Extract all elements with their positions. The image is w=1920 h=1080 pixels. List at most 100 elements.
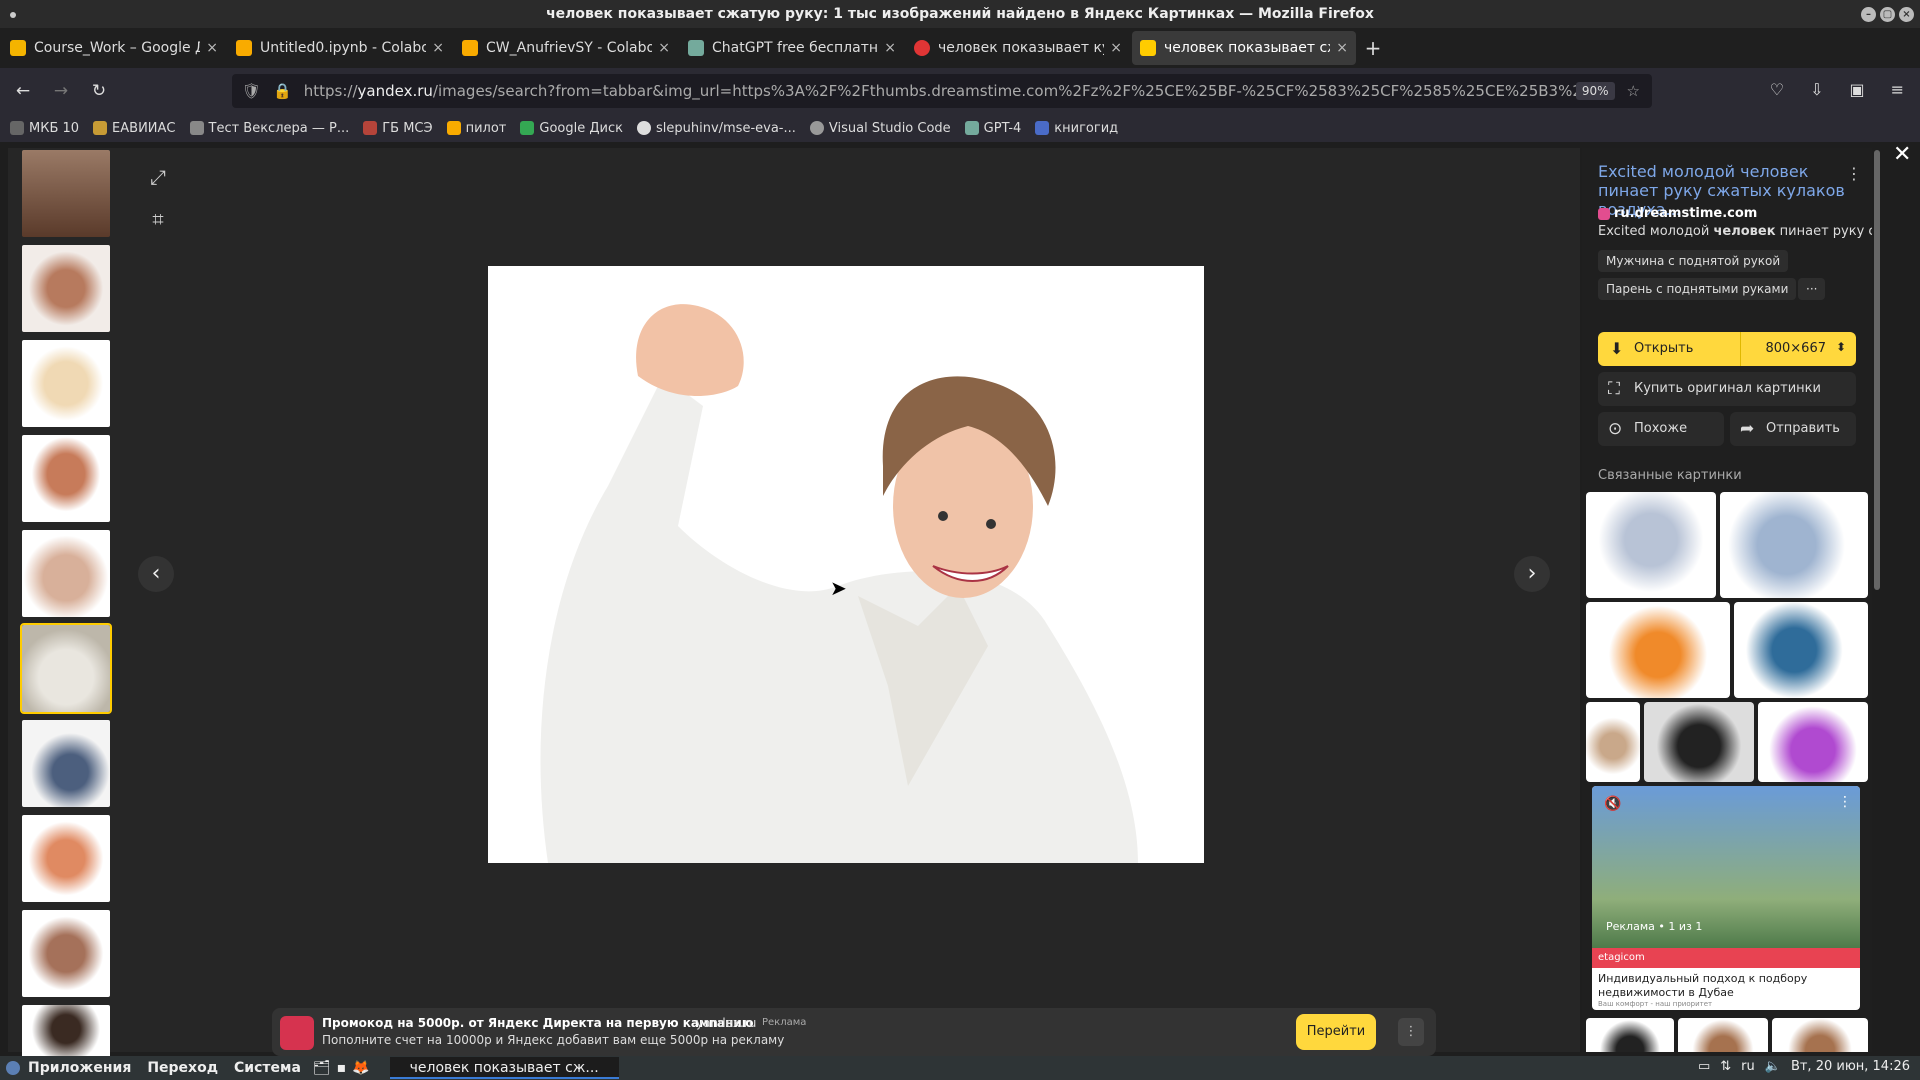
ad-title: Промокод на 5000р. от Яндекс Директа на … xyxy=(322,1016,754,1030)
pocket-icon[interactable]: ♡ xyxy=(1770,80,1784,99)
panel-scrollbar[interactable] xyxy=(1874,150,1880,590)
network-icon[interactable]: ⇅ xyxy=(1720,1059,1731,1074)
ad-brand-bar: etagicom xyxy=(1592,948,1860,968)
thumbnail[interactable] xyxy=(22,150,110,237)
volume-icon[interactable]: 🔈 xyxy=(1765,1059,1781,1074)
close-tab-icon[interactable]: × xyxy=(206,40,218,56)
promo-banner[interactable]: Промокод на 5000р. от Яндекс Директа на … xyxy=(272,1008,1436,1056)
desktop-icon[interactable]: ▭ xyxy=(1698,1059,1710,1074)
open-image-button[interactable]: ⬇ Открыть 800×667 ⬍ xyxy=(1598,332,1856,366)
tag-chip[interactable]: Мужчина с поднятой рукой xyxy=(1598,250,1789,272)
bookmark-item[interactable]: книгогид xyxy=(1035,121,1118,136)
extensions-icon[interactable]: ▣ xyxy=(1849,80,1864,99)
crop-icon[interactable]: ⌗ xyxy=(143,204,173,234)
tags-more-button[interactable]: ··· xyxy=(1798,278,1826,300)
prev-image-button[interactable]: ‹ xyxy=(138,556,174,592)
related-image[interactable] xyxy=(1720,492,1868,598)
menu-applications[interactable]: Приложения xyxy=(28,1060,131,1076)
terminal-launcher-icon[interactable]: ▪ xyxy=(337,1060,347,1076)
bookmark-item[interactable]: МКБ 10 xyxy=(10,121,79,136)
back-button[interactable]: ← xyxy=(8,76,38,106)
lock-icon[interactable]: 🔒 xyxy=(273,82,292,100)
url-text[interactable]: https://yandex.ru/images/search?from=tab… xyxy=(304,82,1576,100)
url-bar[interactable]: 🛡 🔒 https://yandex.ru/images/search?from… xyxy=(232,74,1652,108)
more-options-icon[interactable]: ⋮ xyxy=(1846,164,1862,183)
taskbar-window-firefox[interactable]: человек показывает сж... xyxy=(389,1057,619,1079)
thumbnail[interactable] xyxy=(22,910,110,997)
ad-card[interactable]: 🔇 ⋮ Реклама • 1 из 1 etagicom Индивидуал… xyxy=(1592,786,1860,1010)
bookmark-star-icon[interactable]: ☆ xyxy=(1627,82,1640,100)
close-viewer-icon[interactable]: ✕ xyxy=(1893,142,1911,167)
image-size-select[interactable]: 800×667 xyxy=(1765,341,1826,356)
fullscreen-icon[interactable]: ⤢ xyxy=(143,162,173,192)
thumbnail[interactable] xyxy=(22,720,110,807)
reload-button[interactable]: ↻ xyxy=(84,76,114,106)
mute-icon[interactable]: 🔇 xyxy=(1604,796,1621,812)
window-menu-icon[interactable] xyxy=(10,12,16,18)
related-image[interactable] xyxy=(1586,1018,1674,1052)
tab-course-work[interactable]: Course_Work – Google Ди × xyxy=(2,31,226,65)
close-tab-icon[interactable]: × xyxy=(1110,40,1122,56)
tab-yandex-search-1[interactable]: человек показывает ку × xyxy=(906,31,1130,65)
tag-chip[interactable]: Парень с поднятыми руками xyxy=(1598,278,1797,300)
files-launcher-icon[interactable]: 🗂 xyxy=(313,1060,331,1076)
clock[interactable]: Вт, 20 июн, 14:26 xyxy=(1791,1059,1910,1074)
main-image[interactable] xyxy=(488,266,1204,863)
ad-domain[interactable]: yandex.ru xyxy=(696,1016,756,1030)
bookmark-item[interactable]: Google Диск xyxy=(520,121,623,136)
maximize-button[interactable]: ▢ xyxy=(1880,7,1895,22)
next-image-button[interactable]: › xyxy=(1514,556,1550,592)
image-source[interactable]: ru.dreamstime.com xyxy=(1598,206,1757,221)
tab-yandex-search-2[interactable]: человек показывает сж × xyxy=(1132,31,1356,65)
thumbnail[interactable] xyxy=(22,530,110,617)
apps-menu-icon[interactable] xyxy=(6,1061,20,1075)
bookmark-item[interactable]: Visual Studio Code xyxy=(809,121,951,136)
bookmark-item[interactable]: GPT-4 xyxy=(964,121,1021,136)
related-image[interactable] xyxy=(1772,1018,1868,1052)
menu-system[interactable]: Система xyxy=(234,1060,301,1076)
thumbnail-selected[interactable] xyxy=(20,623,112,714)
shield-icon[interactable]: 🛡 xyxy=(242,82,261,100)
thumbnail[interactable] xyxy=(22,815,110,902)
thumbnail[interactable] xyxy=(22,245,110,332)
bookmark-item[interactable]: Тест Векслера — Р... xyxy=(189,121,349,136)
tab-cw-anufrievsy[interactable]: CW_AnufrievSY - Colabor × xyxy=(454,31,678,65)
bookmark-item[interactable]: slepuhinv/mse-eva-... xyxy=(636,121,796,136)
related-image[interactable] xyxy=(1678,1018,1768,1052)
tab-untitled0[interactable]: Untitled0.ipynb - Colabor × xyxy=(228,31,452,65)
minimize-button[interactable]: – xyxy=(1861,7,1876,22)
similar-button[interactable]: ⊙ Похоже xyxy=(1598,412,1724,446)
thumbnail[interactable] xyxy=(22,340,110,427)
related-image[interactable] xyxy=(1586,492,1716,598)
close-tab-icon[interactable]: × xyxy=(1336,40,1348,56)
ad-go-button[interactable]: Перейти xyxy=(1296,1014,1376,1050)
ad-more-icon[interactable]: ⋮ xyxy=(1838,794,1852,810)
close-window-button[interactable]: × xyxy=(1899,7,1914,22)
related-image[interactable] xyxy=(1586,702,1640,782)
bookmark-item[interactable]: пилот xyxy=(446,121,506,136)
tab-chatgpt[interactable]: ChatGPT free бесплатно × xyxy=(680,31,904,65)
buy-original-button[interactable]: ⛶ Купить оригинал картинки xyxy=(1598,372,1856,406)
menu-places[interactable]: Переход xyxy=(147,1060,218,1076)
forward-button[interactable]: → xyxy=(46,76,76,106)
keyboard-layout[interactable]: ru xyxy=(1741,1059,1755,1074)
ad-text: Пополните счет на 10000р и Яндекс добави… xyxy=(322,1033,785,1047)
bookmark-item[interactable]: ГБ МСЭ xyxy=(363,121,433,136)
related-image[interactable] xyxy=(1644,702,1754,782)
zoom-badge[interactable]: 90% xyxy=(1575,82,1615,100)
downloads-icon[interactable]: ⇩ xyxy=(1810,80,1823,99)
close-tab-icon[interactable]: × xyxy=(658,40,670,56)
window-titlebar: человек показывает сжатую руку: 1 тыс из… xyxy=(0,0,1920,28)
menu-icon[interactable]: ≡ xyxy=(1891,80,1904,99)
related-image[interactable] xyxy=(1758,702,1868,782)
related-image[interactable] xyxy=(1586,602,1730,698)
bookmark-item[interactable]: ЕАВИИАС xyxy=(93,121,176,136)
close-tab-icon[interactable]: × xyxy=(432,40,444,56)
thumbnail[interactable] xyxy=(22,435,110,522)
related-image[interactable] xyxy=(1734,602,1868,698)
close-tab-icon[interactable]: × xyxy=(884,40,896,56)
new-tab-button[interactable]: + xyxy=(1358,33,1388,63)
ad-more-button[interactable]: ⋮ xyxy=(1398,1018,1424,1046)
share-button[interactable]: ➦ Отправить xyxy=(1730,412,1856,446)
firefox-launcher-icon[interactable]: 🦊 xyxy=(352,1060,369,1076)
